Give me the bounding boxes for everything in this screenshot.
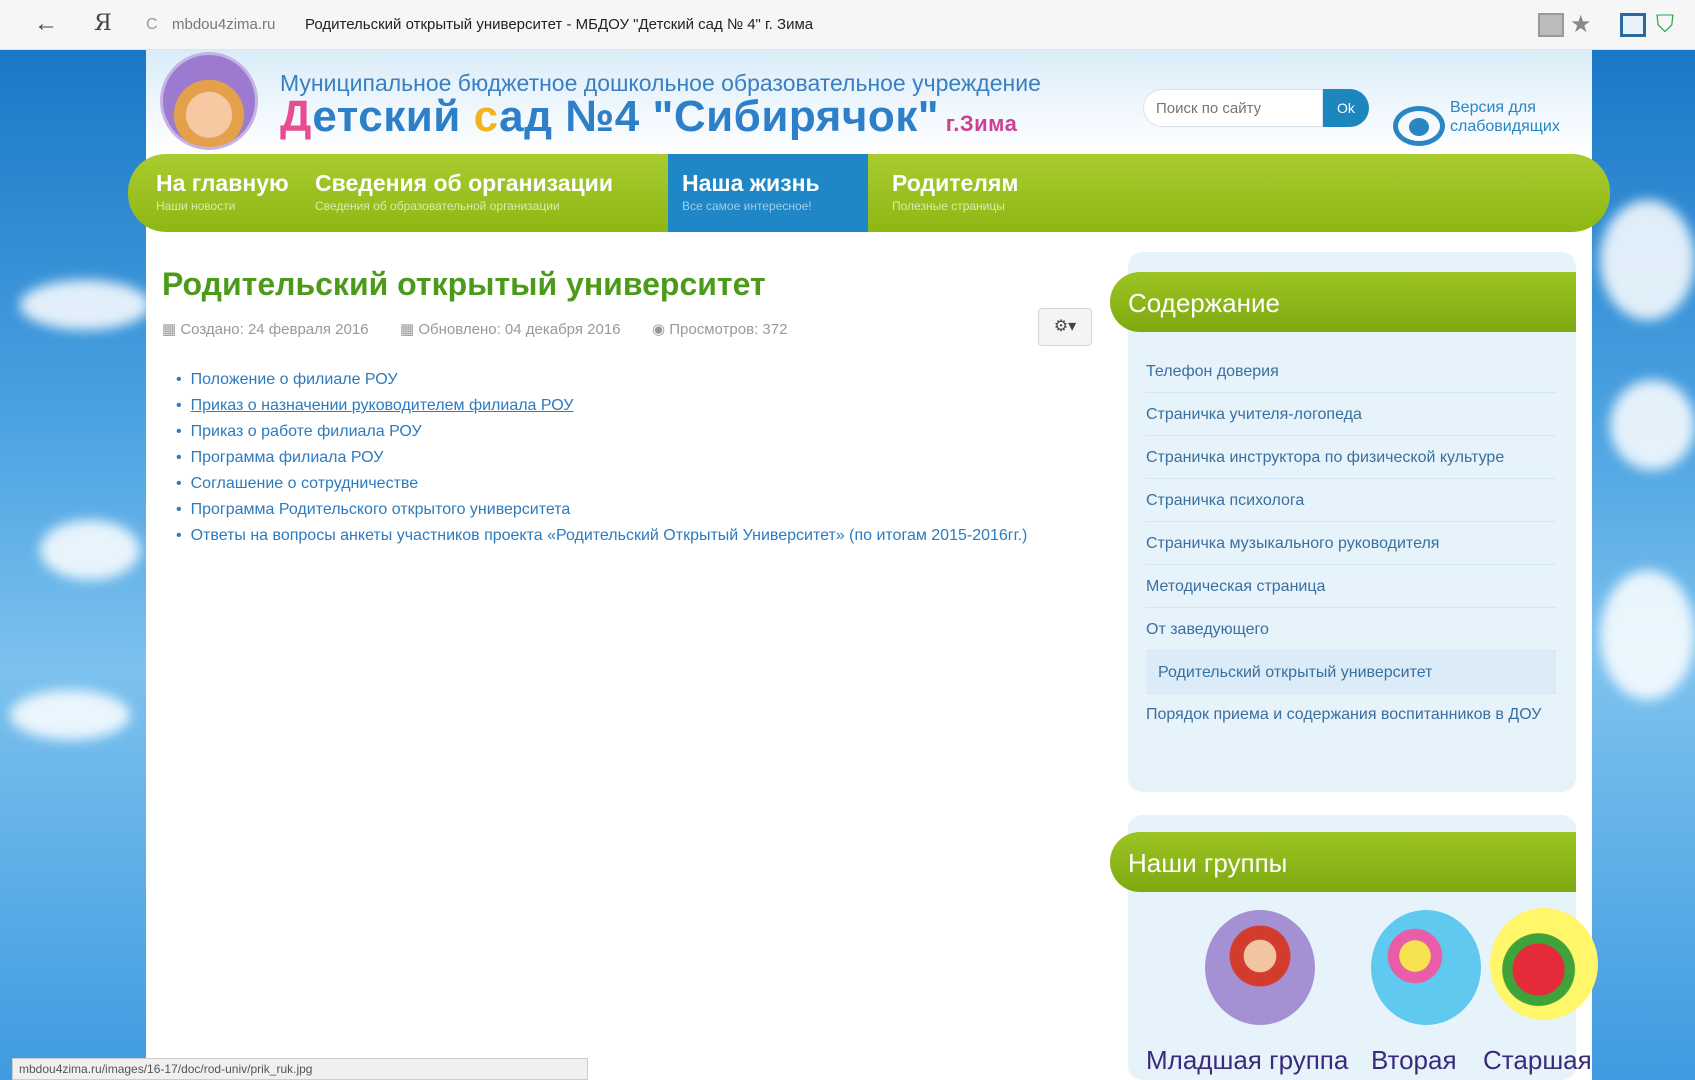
document-link-text: Ответы на вопросы анкеты участников прое…: [190, 527, 1028, 544]
cloud-decoration: [1600, 200, 1695, 320]
contents-heading: Содержание: [1110, 272, 1576, 332]
nav-item-subtitle: Полезные страницы: [892, 199, 1005, 213]
cloud-decoration: [1610, 380, 1695, 470]
nav-item-parents[interactable]: Родителям Полезные страницы: [892, 154, 1018, 232]
search-button[interactable]: Ok: [1323, 89, 1369, 127]
cloud-decoration: [10, 690, 130, 740]
document-link-text: Приказ о работе филиала РОУ: [190, 423, 422, 440]
document-link[interactable]: Программа Родительского открытого универ…: [176, 497, 1027, 523]
org-name-letter-s: с: [473, 92, 500, 141]
back-arrow-icon[interactable]: ←: [34, 10, 58, 38]
org-name-letter-d: Д: [280, 92, 313, 141]
sidebar-item-music-director[interactable]: Страничка музыкального руководителя: [1146, 522, 1556, 565]
group-label-second[interactable]: Вторая: [1371, 1045, 1457, 1076]
cloud-decoration: [1600, 570, 1695, 700]
org-city: г.Зима: [939, 111, 1018, 136]
protect-shield-icon[interactable]: ⛉: [1656, 13, 1682, 37]
document-link[interactable]: Соглашение о сотрудничестве: [176, 471, 1027, 497]
stars-icon[interactable]: [1371, 910, 1481, 1025]
sidebar-item-psychologist[interactable]: Страничка психолога: [1146, 479, 1556, 522]
document-link[interactable]: Положение о филиале РОУ: [176, 367, 1027, 393]
nav-item-title: Наша жизнь: [682, 170, 820, 196]
created-date: ▦ Создано: 24 февраля 2016: [162, 320, 369, 338]
sidebar-item-speech-therapist[interactable]: Страничка учителя-логопеда: [1146, 393, 1556, 436]
nav-item-title: Родителям: [892, 170, 1019, 196]
article-tools-gear-icon[interactable]: ⚙▾: [1038, 308, 1092, 346]
view-count: ◉ Просмотров: 372: [652, 320, 787, 338]
sidebar-item-methodical[interactable]: Методическая страница: [1146, 565, 1556, 608]
translate-icon[interactable]: [1538, 13, 1564, 37]
nav-item-home[interactable]: На главную Наши новости: [156, 154, 289, 232]
created-date-text: Создано: 24 февраля 2016: [180, 321, 369, 338]
document-list: Положение о филиале РОУ Приказ о назначе…: [176, 367, 1028, 549]
document-link-text: Программа Родительского открытого универ…: [190, 501, 571, 518]
document-link-text: Программа филиала РОУ: [190, 449, 384, 466]
cloud-decoration: [40, 520, 140, 580]
nav-item-title: На главную: [156, 170, 289, 196]
sidebar-item-pe-instructor[interactable]: Страничка инструктора по физической куль…: [1146, 436, 1556, 479]
sidebar-item-hotline[interactable]: Телефон доверия: [1146, 350, 1556, 393]
document-link-text: Приказ о назначении руководителем филиал…: [190, 397, 574, 414]
calendar-icon: ▦: [162, 321, 181, 338]
nav-item-title: Сведения об организации: [315, 170, 613, 196]
sidebar-item-parents-university[interactable]: Родительский открытый университет: [1146, 651, 1556, 694]
extension-icon[interactable]: [1620, 13, 1646, 37]
document-link[interactable]: Приказ о работе филиала РОУ: [176, 419, 1027, 445]
sidebar-item-admission[interactable]: Порядок приема и содержания воспитаннико…: [1146, 694, 1556, 784]
updated-date-text: Обновлено: 04 декабря 2016: [418, 321, 621, 338]
low-vision-link[interactable]: Версия для слабовидящих: [1450, 98, 1580, 136]
address-domain[interactable]: mbdou4zima.ru: [172, 16, 275, 33]
nav-item-subtitle: Наши новости: [156, 199, 236, 213]
view-count-text: Просмотров: 372: [669, 321, 788, 338]
nav-item-organization[interactable]: Сведения об организации Сведения об обра…: [315, 154, 613, 232]
nav-item-subtitle: Сведения об образовательной организации: [315, 199, 560, 213]
group-label-senior[interactable]: Старшая: [1483, 1045, 1592, 1076]
calendar-icon: ▦: [400, 321, 419, 338]
org-name[interactable]: Детский сад №4 "Сибирячок" г.Зима: [280, 92, 1017, 142]
strawberry-icon[interactable]: [1490, 908, 1598, 1020]
browser-status-url: mbdou4zima.ru/images/16-17/doc/rod-univ/…: [12, 1058, 588, 1080]
reload-icon[interactable]: C: [146, 16, 158, 34]
search-input[interactable]: [1143, 89, 1323, 127]
gnome-icon[interactable]: [1205, 910, 1315, 1025]
eye-icon[interactable]: [1393, 106, 1445, 146]
eye-small-icon: ◉: [652, 321, 670, 338]
group-label-junior[interactable]: Младшая группа: [1146, 1045, 1348, 1076]
document-link-text: Соглашение о сотрудничестве: [190, 475, 419, 492]
nav-item-our-life[interactable]: Наша жизнь Все самое интересное!: [668, 154, 868, 232]
updated-date: ▦ Обновлено: 04 декабря 2016: [400, 320, 621, 338]
address-page-title[interactable]: Родительский открытый университет - МБДО…: [305, 16, 813, 33]
browser-toolbar: ← Я C mbdou4zima.ru Родительский открыты…: [0, 0, 1695, 50]
document-link-text: Положение о филиале РОУ: [190, 371, 398, 388]
sidebar-item-from-head[interactable]: От заведующего: [1146, 608, 1556, 651]
yandex-logo-icon[interactable]: Я: [94, 10, 112, 38]
cloud-decoration: [20, 280, 150, 330]
kindergarten-logo-icon[interactable]: [160, 52, 258, 150]
document-link[interactable]: Приказ о назначении руководителем филиал…: [176, 393, 1027, 419]
org-name-part-2: ад №4 "Сибирячок": [499, 92, 940, 141]
org-name-part-1: етский: [312, 92, 474, 141]
article-title: Родительский открытый университет: [162, 266, 766, 302]
groups-heading: Наши группы: [1110, 832, 1576, 892]
bookmark-star-icon[interactable]: ★: [1570, 13, 1596, 37]
nav-item-subtitle: Все самое интересное!: [682, 199, 812, 213]
document-link[interactable]: Программа филиала РОУ: [176, 445, 1027, 471]
document-link[interactable]: Ответы на вопросы анкеты участников прое…: [176, 523, 1028, 549]
